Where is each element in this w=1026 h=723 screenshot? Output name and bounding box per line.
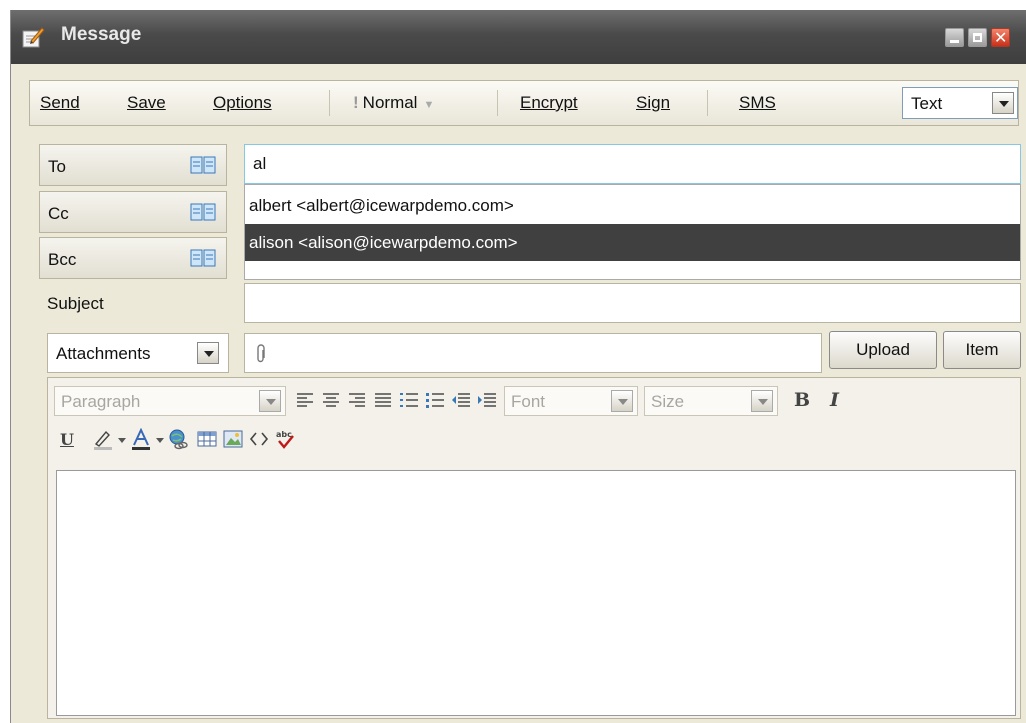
html-source-icon[interactable] — [248, 428, 270, 450]
message-window: Message ✕ Send Save Options ! Normal ▼ Enc… — [10, 10, 1026, 723]
spellcheck-icon[interactable]: abc — [274, 428, 296, 450]
format-select[interactable]: Text — [902, 87, 1018, 119]
to-button[interactable]: To — [39, 144, 227, 186]
insert-table-icon[interactable] — [196, 428, 218, 450]
indent-icon[interactable] — [476, 390, 498, 412]
toolbar-separator — [707, 90, 708, 116]
close-icon[interactable]: ✕ — [991, 28, 1010, 47]
bullet-list-icon[interactable] — [424, 390, 446, 412]
paragraph-value: Paragraph — [61, 392, 141, 411]
address-book-icon[interactable] — [190, 202, 216, 222]
priority-icon: ! — [353, 93, 359, 112]
chevron-down-icon[interactable] — [118, 438, 126, 443]
options-button[interactable]: Options — [213, 93, 272, 113]
chevron-down-icon[interactable] — [259, 390, 281, 412]
italic-button[interactable]: I — [830, 389, 839, 411]
svg-text:abc: abc — [276, 430, 292, 439]
attachments-label: Attachments — [56, 344, 151, 363]
align-left-icon[interactable] — [294, 390, 316, 412]
chevron-down-icon[interactable] — [611, 390, 633, 412]
title-bar[interactable]: Message ✕ — [11, 10, 1026, 64]
size-value: Size — [651, 392, 685, 411]
minimize-icon[interactable] — [945, 28, 964, 47]
outdent-icon[interactable] — [450, 390, 472, 412]
maximize-icon[interactable] — [968, 28, 987, 47]
attachments-field[interactable] — [244, 333, 822, 373]
align-right-icon[interactable] — [346, 390, 368, 412]
paperclip-icon — [257, 344, 265, 363]
text-color-icon[interactable] — [130, 428, 152, 450]
font-select[interactable]: Font — [504, 386, 638, 416]
chevron-down-icon: ▼ — [423, 99, 435, 111]
format-value: Text — [911, 94, 943, 113]
bold-button[interactable]: B — [794, 389, 810, 411]
address-book-icon[interactable] — [190, 248, 216, 268]
autocomplete-item-selected[interactable]: alison <alison@icewarpdemo.com> — [245, 224, 1020, 261]
size-select[interactable]: Size — [644, 386, 778, 416]
compose-icon — [22, 27, 45, 48]
numbered-list-icon[interactable] — [398, 390, 420, 412]
bcc-button[interactable]: Bcc — [39, 237, 227, 279]
align-justify-icon[interactable] — [372, 390, 394, 412]
toolbar-separator — [497, 90, 498, 116]
highlight-color-icon[interactable] — [92, 428, 114, 450]
attachments-select[interactable]: Attachments — [47, 333, 229, 373]
save-button[interactable]: Save — [127, 93, 166, 113]
priority-dropdown[interactable]: ! Normal ▼ — [353, 93, 434, 113]
sms-button[interactable]: SMS — [739, 93, 776, 113]
encrypt-button[interactable]: Encrypt — [520, 93, 578, 113]
subject-label: Subject — [47, 294, 104, 313]
to-value: al — [253, 154, 267, 173]
autocomplete-item[interactable]: albert <albert@icewarpdemo.com> — [245, 187, 1020, 224]
html-editor: Paragraph Font Size B I U abc — [47, 377, 1021, 719]
send-button[interactable]: Send — [40, 93, 80, 113]
paragraph-select[interactable]: Paragraph — [54, 386, 286, 416]
chevron-down-icon[interactable] — [197, 342, 219, 364]
upload-button[interactable]: Upload — [829, 331, 937, 369]
insert-link-icon[interactable] — [168, 428, 190, 450]
align-center-icon[interactable] — [320, 390, 342, 412]
message-body-editor[interactable] — [56, 470, 1016, 716]
insert-image-icon[interactable] — [222, 428, 244, 450]
priority-label: Normal — [362, 93, 418, 112]
to-input[interactable]: al — [244, 144, 1021, 184]
sign-button[interactable]: Sign — [636, 93, 670, 113]
window-title: Message — [61, 24, 142, 45]
underline-button[interactable]: U — [60, 430, 74, 449]
message-toolbar: Send Save Options ! Normal ▼ Encrypt Sign … — [29, 80, 1019, 126]
bcc-label: Bcc — [48, 250, 77, 269]
toolbar-separator — [329, 90, 330, 116]
address-book-icon[interactable] — [190, 155, 216, 175]
chevron-down-icon[interactable] — [156, 438, 164, 443]
autocomplete-list: albert <albert@icewarpdemo.com> alison <… — [244, 184, 1021, 280]
item-button[interactable]: Item — [943, 331, 1021, 369]
chevron-down-icon[interactable] — [751, 390, 773, 412]
cc-button[interactable]: Cc — [39, 191, 227, 233]
font-value: Font — [511, 392, 546, 411]
chevron-down-icon[interactable] — [992, 92, 1014, 114]
subject-input[interactable] — [244, 283, 1021, 323]
cc-label: Cc — [48, 204, 69, 223]
to-label: To — [48, 157, 66, 176]
